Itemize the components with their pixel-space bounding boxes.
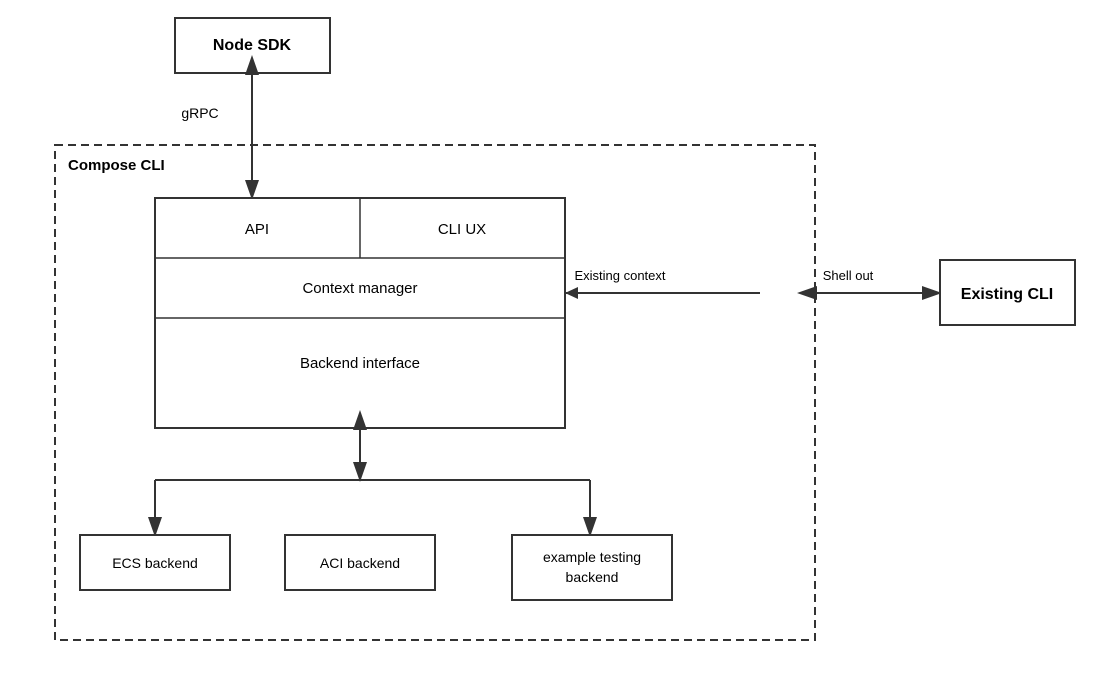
diagram-container: Node SDK gRPC Compose CLI API CLI UX Con… xyxy=(0,0,1110,678)
existing-context-label: Existing context xyxy=(574,268,665,283)
grpc-label: gRPC xyxy=(181,105,218,121)
existing-cli-label: Existing CLI xyxy=(961,286,1053,303)
compose-cli-label: Compose CLI xyxy=(68,157,165,174)
example-testing-backend-label-line2: backend xyxy=(566,569,619,585)
node-sdk-label: Node SDK xyxy=(213,37,292,54)
example-testing-backend-label-line1: example testing xyxy=(543,549,641,565)
example-testing-backend-box xyxy=(512,535,672,600)
aci-backend-label: ACI backend xyxy=(320,555,400,571)
api-label: API xyxy=(245,221,269,238)
ecs-backend-label: ECS backend xyxy=(112,555,198,571)
cli-ux-label: CLI UX xyxy=(438,221,486,238)
shell-out-label: Shell out xyxy=(823,268,874,283)
existing-context-arrowhead xyxy=(565,287,578,299)
backend-interface-label: Backend interface xyxy=(300,355,420,372)
context-manager-label: Context manager xyxy=(302,280,417,297)
